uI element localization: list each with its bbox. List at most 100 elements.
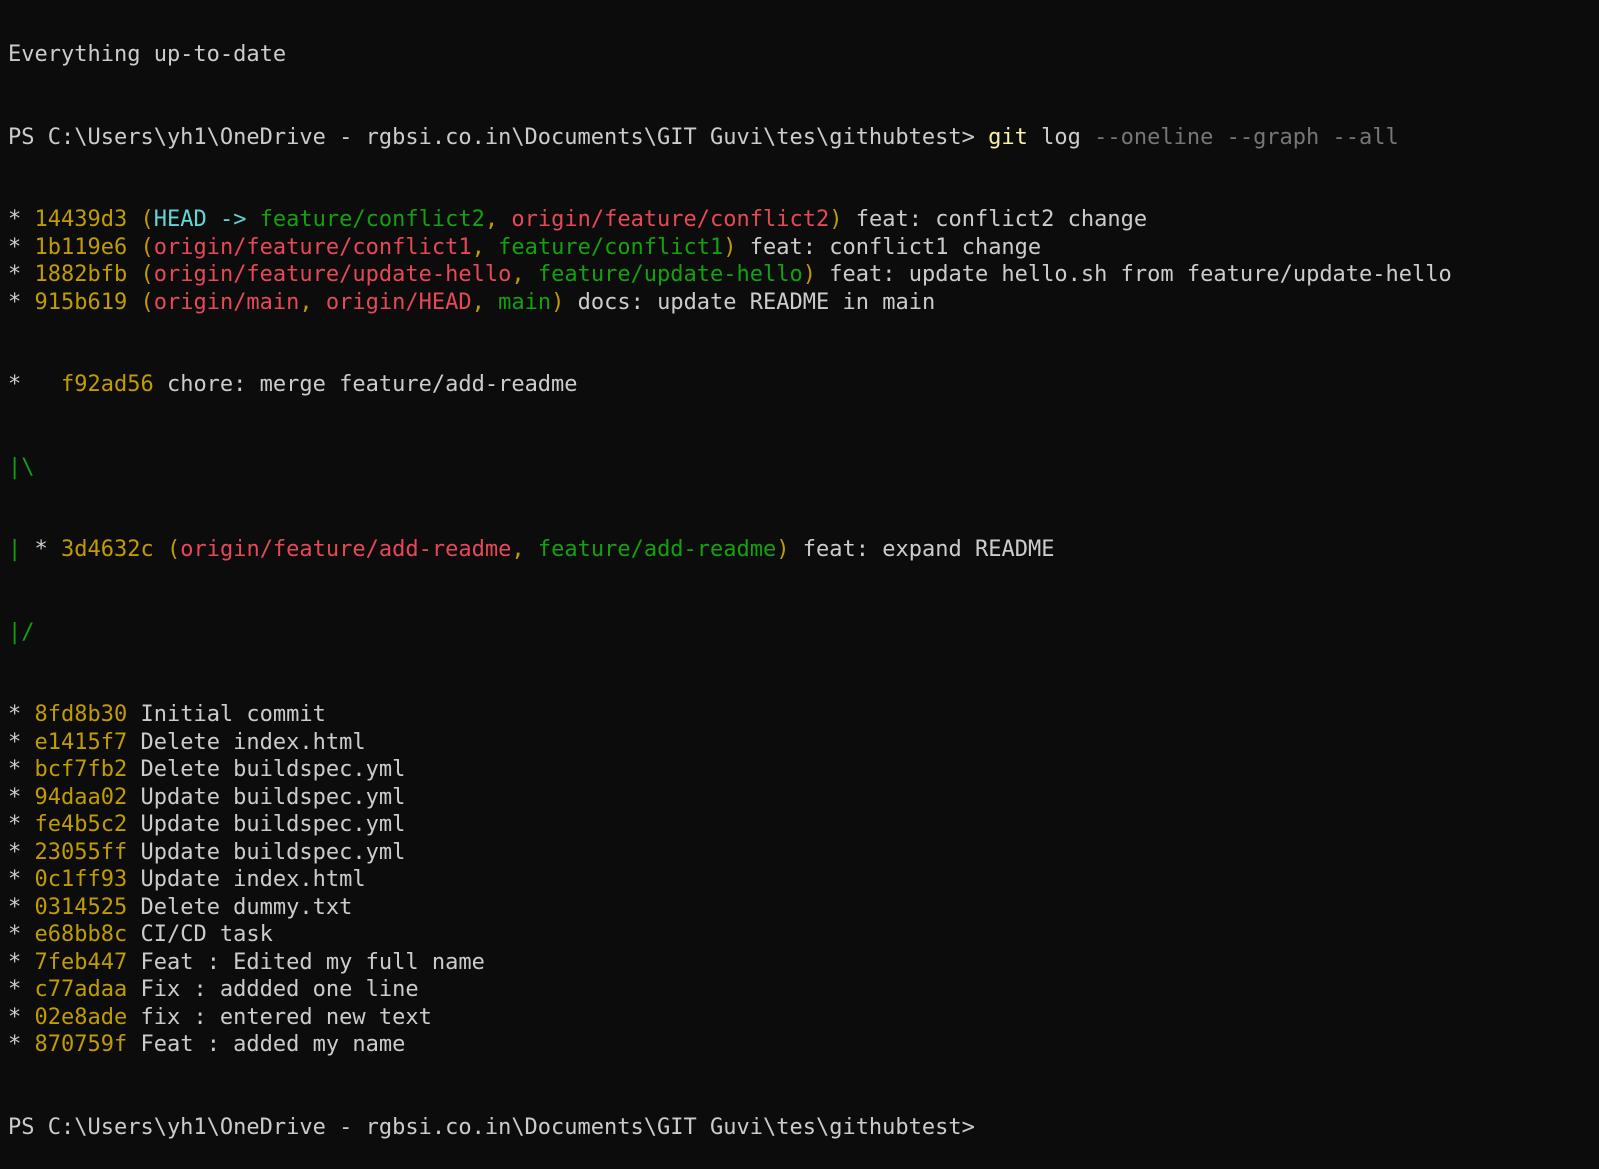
ref-close-paren: ) — [776, 537, 790, 562]
commit-line: * 94daa02 Update buildspec.yml — [8, 784, 1599, 812]
graph-marker: * — [8, 757, 35, 782]
remote-branch-ref: origin/feature/conflict2 — [511, 207, 830, 232]
decorated-commit-line: * 915b619 (origin/main, origin/HEAD, mai… — [8, 289, 1599, 317]
graph-marker: * — [8, 977, 35, 1002]
graph-marker: * — [8, 234, 35, 260]
graph-marker: * — [8, 839, 35, 865]
commit-hash: 1b119e6 — [34, 234, 128, 260]
commit-hash: 14439d3 — [34, 207, 128, 232]
ref-close-paren: ) — [723, 234, 737, 260]
ref-open-paren: ( — [127, 289, 154, 315]
commit-hash: e1415f7 — [34, 729, 128, 755]
remote-branch-ref: origin/main — [153, 289, 300, 315]
commit-hash: 3d4632c — [61, 537, 154, 562]
commit-line: * 870759f Feat : added my name — [8, 1031, 1599, 1059]
commit-hash: 870759f — [34, 1032, 128, 1057]
decorated-commit-line: * 1882bfb (origin/feature/update-hello, … — [8, 261, 1599, 289]
commit-message: Update index.html — [127, 867, 366, 892]
graph-marker: * — [8, 289, 35, 315]
command-name: git — [988, 124, 1028, 150]
graph-marker: * — [8, 922, 35, 947]
commit-message: feat: conflict2 change — [842, 207, 1148, 232]
decorated-commits: * 14439d3 (HEAD -> feature/conflict2, or… — [8, 206, 1599, 316]
commit-line: * 8fd8b30 Initial commit — [8, 701, 1599, 729]
commit-line: * 23055ff Update buildspec.yml — [8, 839, 1599, 867]
ref-open-paren: ( — [127, 234, 154, 260]
commit-hash: 94daa02 — [34, 784, 128, 810]
ref-separator: , — [299, 289, 326, 315]
graph-marker: * — [8, 784, 35, 810]
commit-hash: 02e8ade — [34, 1004, 128, 1030]
commit-message: Delete buildspec.yml — [127, 757, 406, 782]
local-branch-ref: main — [498, 289, 552, 315]
ref-open-paren: ( — [127, 262, 154, 287]
ref-close-paren: ) — [551, 289, 565, 315]
commit-hash: c77adaa — [34, 977, 128, 1002]
commit-line: * 7feb447 Feat : Edited my full name — [8, 949, 1599, 977]
plain-commits: * 8fd8b30 Initial commit * e1415f7 Delete… — [8, 701, 1599, 1059]
ref-open-paren: ( — [153, 537, 181, 562]
local-branch-ref: feature/conflict2 — [259, 207, 485, 232]
commit-hash: 0c1ff93 — [34, 867, 128, 892]
graph-marker: * — [8, 207, 35, 232]
commit-message: Fix : addded one line — [127, 977, 419, 1002]
commit-message: Feat : Edited my full name — [127, 949, 485, 975]
graph-marker: * — [8, 1032, 35, 1057]
commit-line: * 02e8ade fix : entered new text — [8, 1004, 1599, 1032]
prompt-line[interactable]: PS C:\Users\yh1\OneDrive - rgbsi.co.in\D… — [8, 1114, 1599, 1142]
terminal-output[interactable]: Everything up-to-date PS C:\Users\yh1\On… — [0, 0, 1599, 1169]
commit-message: Delete dummy.txt — [127, 894, 353, 920]
commit-message: Update buildspec.yml — [127, 812, 406, 837]
graph-marker: * — [8, 894, 35, 920]
commit-message: CI/CD task — [127, 922, 273, 947]
commit-hash: 915b619 — [34, 289, 128, 315]
commit-message: fix : entered new text — [127, 1004, 432, 1030]
ref-separator: , — [511, 537, 538, 562]
ref-separator: , — [471, 289, 499, 315]
commit-hash: fe4b5c2 — [34, 812, 128, 837]
graph-marker: * — [8, 949, 35, 975]
graph-lines: | — [8, 537, 22, 562]
commit-hash: 1882bfb — [34, 262, 128, 287]
graph-marker: * — [8, 702, 35, 727]
graph-branch-close: |/ — [8, 619, 1599, 647]
graph-marker: * — [8, 867, 35, 892]
commit-hash: bcf7fb2 — [34, 757, 128, 782]
commit-message: Feat : added my name — [127, 1032, 406, 1057]
decorated-commit-line: * 1b119e6 (origin/feature/conflict1, fea… — [8, 234, 1599, 262]
commit-line: * 0314525 Delete dummy.txt — [8, 894, 1599, 922]
decorated-commit-line: * 14439d3 (HEAD -> feature/conflict2, or… — [8, 206, 1599, 234]
commit-line: * e1415f7 Delete index.html — [8, 729, 1599, 757]
command-flags: --oneline --graph --all — [1094, 124, 1399, 150]
commit-hash: 23055ff — [34, 839, 128, 865]
graph-marker: * — [8, 372, 61, 397]
status-text: Everything up-to-date — [8, 42, 287, 67]
graph-marker: * — [8, 812, 35, 837]
commit-message: Delete index.html — [127, 729, 366, 755]
commit-hash: e68bb8c — [34, 922, 128, 947]
remote-branch-ref: origin/feature/add-readme — [180, 537, 512, 562]
graph-marker: * — [8, 1004, 35, 1030]
ref-close-paren: ) — [829, 207, 843, 232]
remote-branch-ref: origin/feature/conflict1 — [153, 234, 472, 260]
graph-lines: |/ — [8, 619, 35, 645]
commit-message: Update buildspec.yml — [127, 784, 406, 810]
prompt-path: PS C:\Users\yh1\OneDrive - rgbsi.co.in\D… — [8, 124, 989, 150]
status-line: Everything up-to-date — [8, 41, 1599, 69]
graph-marker: * — [21, 537, 61, 562]
commit-hash: 7feb447 — [34, 949, 128, 975]
commit-message: chore: merge feature/add-readme — [153, 372, 578, 397]
ref-close-paren: ) — [802, 262, 816, 287]
commit-line: * fe4b5c2 Update buildspec.yml — [8, 811, 1599, 839]
commit-line: * bcf7fb2 Delete buildspec.yml — [8, 756, 1599, 784]
commit-message: Initial commit — [127, 702, 326, 727]
command-args: log — [1027, 124, 1095, 150]
commit-line: * 0c1ff93 Update index.html — [8, 866, 1599, 894]
local-branch-ref: feature/conflict1 — [498, 234, 724, 260]
commit-line: * c77adaa Fix : addded one line — [8, 976, 1599, 1004]
remote-branch-ref: origin/HEAD — [325, 289, 472, 315]
side-commit-line: | * 3d4632c (origin/feature/add-readme, … — [8, 536, 1599, 564]
ref-separator: , — [484, 207, 512, 232]
head-pointer: HEAD -> — [153, 207, 260, 232]
merge-commit-line: * f92ad56 chore: merge feature/add-readm… — [8, 371, 1599, 399]
